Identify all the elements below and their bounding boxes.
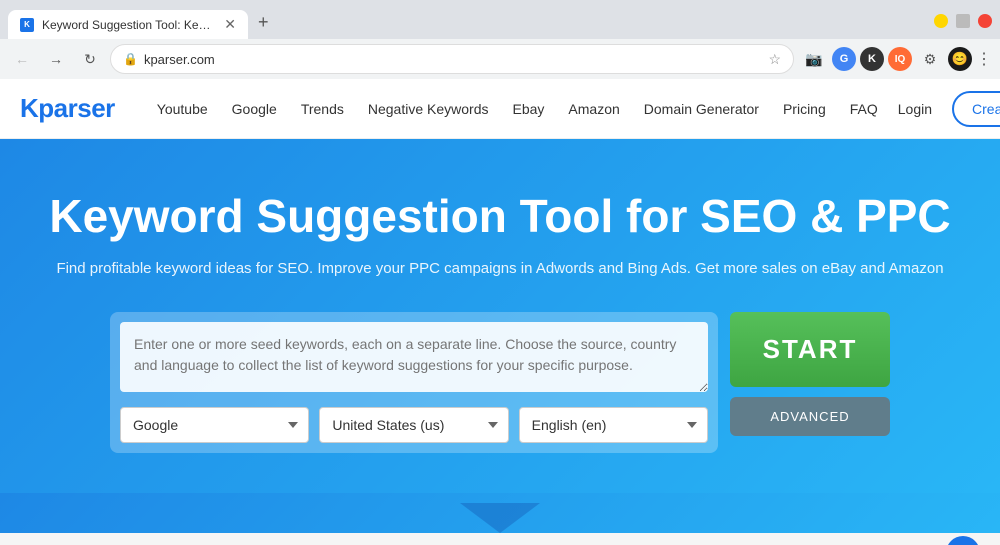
nav-google[interactable]: Google xyxy=(220,101,289,117)
navbar: Kparser Youtube Google Trends Negative K… xyxy=(0,79,1000,139)
screenshot-icon[interactable]: 📷 xyxy=(800,45,828,73)
google-extension-icon[interactable]: G xyxy=(832,47,856,71)
nav-domain-generator[interactable]: Domain Generator xyxy=(632,101,771,117)
language-select[interactable]: English (en) Spanish (es) French (fr) xyxy=(519,407,708,443)
k-extension-icon[interactable]: K xyxy=(860,47,884,71)
new-tab-button[interactable]: + xyxy=(250,6,277,39)
nav-youtube[interactable]: Youtube xyxy=(145,101,220,117)
page-content: Kparser Youtube Google Trends Negative K… xyxy=(0,79,1000,545)
nav-right: Login Create account xyxy=(890,91,1000,127)
nav-negative-keywords[interactable]: Negative Keywords xyxy=(356,101,501,117)
search-box: Google Bing YouTube Amazon eBay United S… xyxy=(110,312,718,453)
nav-amazon[interactable]: Amazon xyxy=(556,101,631,117)
iq-extension-icon[interactable]: IQ xyxy=(888,47,912,71)
secure-icon: 🔒 xyxy=(123,52,138,66)
create-account-button[interactable]: Create account xyxy=(952,91,1000,127)
browser-chrome: K Keyword Suggestion Tool: Keyw... ✕ + ←… xyxy=(0,0,1000,79)
nav-pricing[interactable]: Pricing xyxy=(771,101,838,117)
window-minimize-button[interactable] xyxy=(934,14,948,28)
nav-links: Youtube Google Trends Negative Keywords … xyxy=(145,101,890,117)
back-button[interactable]: ← xyxy=(8,45,36,73)
tab-close-button[interactable]: ✕ xyxy=(224,16,236,33)
reload-button[interactable]: ↻ xyxy=(76,45,104,73)
settings-extension-icon[interactable]: ⚙ xyxy=(916,45,944,73)
address-bar[interactable]: 🔒 kparser.com ☆ xyxy=(110,44,794,74)
keyword-input[interactable] xyxy=(120,322,708,392)
down-arrow-icon xyxy=(460,503,540,533)
url-text: kparser.com xyxy=(144,52,762,67)
search-container: Google Bing YouTube Amazon eBay United S… xyxy=(110,312,890,453)
window-maximize-button[interactable] xyxy=(956,14,970,28)
window-close-button[interactable] xyxy=(978,14,992,28)
tab-title: Keyword Suggestion Tool: Keyw... xyxy=(42,18,216,32)
search-buttons: START ADVANCED xyxy=(730,312,890,436)
start-button[interactable]: START xyxy=(730,312,890,387)
profile-extension-icon[interactable]: 😊 xyxy=(948,47,972,71)
toolbar-extensions: 📷 G K IQ ⚙ 😊 ⋮ xyxy=(800,45,992,73)
source-select[interactable]: Google Bing YouTube Amazon eBay xyxy=(120,407,309,443)
nav-ebay[interactable]: Ebay xyxy=(501,101,557,117)
page-bottom: <strong>Kparser Discovers All The Highly… xyxy=(0,533,1000,545)
hero-section: Keyword Suggestion Tool for SEO & PPC Fi… xyxy=(0,139,1000,493)
logo[interactable]: Kparser xyxy=(20,93,115,124)
active-tab[interactable]: K Keyword Suggestion Tool: Keyw... ✕ xyxy=(8,10,248,39)
country-select[interactable]: United States (us) United Kingdom (uk) C… xyxy=(319,407,508,443)
tab-favicon: K xyxy=(20,18,34,32)
login-button[interactable]: Login xyxy=(890,101,940,117)
tab-bar: K Keyword Suggestion Tool: Keyw... ✕ + xyxy=(8,6,277,39)
browser-menu-button[interactable]: ⋮ xyxy=(976,49,992,69)
arrow-section xyxy=(0,493,1000,533)
hero-title: Keyword Suggestion Tool for SEO & PPC xyxy=(20,189,980,244)
search-selects: Google Bing YouTube Amazon eBay United S… xyxy=(120,407,708,443)
forward-button[interactable]: → xyxy=(42,45,70,73)
nav-faq[interactable]: FAQ xyxy=(838,101,890,117)
browser-titlebar: K Keyword Suggestion Tool: Keyw... ✕ + xyxy=(0,0,1000,39)
browser-toolbar: ← → ↻ 🔒 kparser.com ☆ 📷 G K IQ ⚙ 😊 ⋮ xyxy=(0,39,1000,79)
bookmark-icon[interactable]: ☆ xyxy=(768,51,781,68)
nav-trends[interactable]: Trends xyxy=(289,101,356,117)
hero-subtitle: Find profitable keyword ideas for SEO. I… xyxy=(20,260,980,277)
advanced-button[interactable]: ADVANCED xyxy=(730,397,890,436)
